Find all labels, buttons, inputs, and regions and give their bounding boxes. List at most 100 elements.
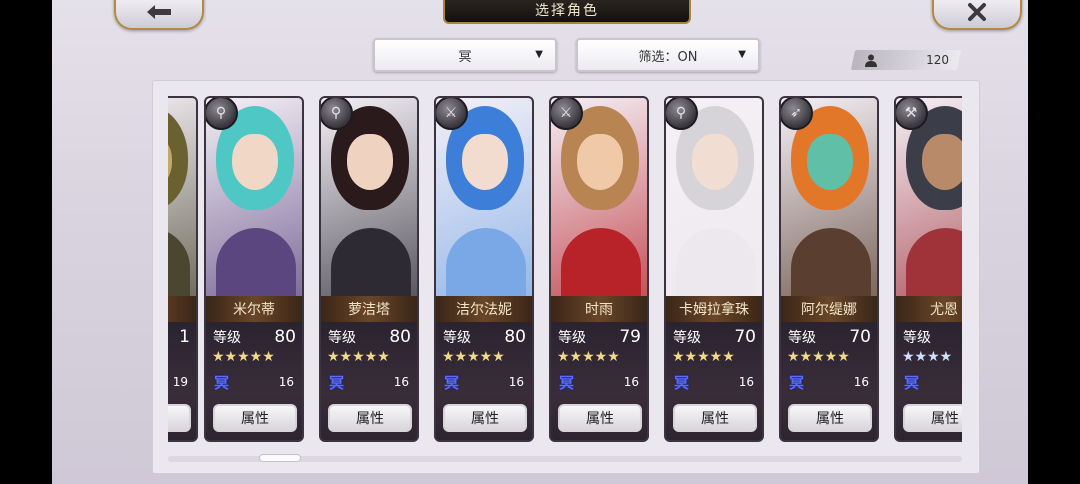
character-name: 卡姆拉拿珠 bbox=[666, 296, 762, 322]
back-button[interactable] bbox=[114, 0, 204, 30]
character-face bbox=[922, 134, 962, 190]
close-button[interactable] bbox=[932, 0, 1022, 30]
character-card[interactable]: ⚒ 尤恩 等级 ★★★★ 冥 属性 bbox=[894, 96, 962, 442]
staff-class-icon: ⚲ bbox=[321, 98, 353, 130]
dark-element-icon: 冥 bbox=[444, 373, 460, 392]
dark-element-icon: 冥 bbox=[904, 373, 920, 392]
filter-dropdown[interactable]: 筛选：ON ▼ bbox=[576, 38, 760, 72]
attribute-button[interactable]: 属性 bbox=[213, 404, 297, 432]
character-count: 19 bbox=[172, 375, 188, 389]
dark-element-icon: 冥 bbox=[674, 373, 690, 392]
character-outfit bbox=[446, 228, 526, 296]
character-card[interactable]: ➶ 阿尔缇娜 等级 70 ★★★★★ 冥 16 属性 bbox=[779, 96, 879, 442]
level-row: 等级 bbox=[903, 326, 962, 348]
character-outfit bbox=[676, 228, 756, 296]
character-card[interactable]: ⚲ 萝洁塔 等级 80 ★★★★★ 冥 16 属性 bbox=[319, 96, 419, 442]
attribute-button[interactable]: 属性 bbox=[903, 404, 962, 432]
dark-element-icon: 冥 bbox=[329, 373, 345, 392]
sword-class-icon: ⚔ bbox=[436, 98, 468, 130]
dark-element-icon: 冥 bbox=[789, 373, 805, 392]
attribute-button[interactable]: 属性 bbox=[168, 404, 191, 432]
character-name: 米尔蒂 bbox=[206, 296, 302, 322]
character-count: 16 bbox=[738, 375, 754, 389]
level-row: 等级 80 bbox=[443, 326, 526, 348]
character-outfit bbox=[331, 228, 411, 296]
level-value: 79 bbox=[619, 327, 641, 347]
level-label: 等级 bbox=[788, 330, 816, 346]
element-dropdown[interactable]: 冥 ▼ bbox=[373, 38, 557, 72]
level-row: 等级 1 bbox=[168, 326, 190, 348]
character-list[interactable]: 等级 1 ★ 冥 19 属性 ⚲ 米尔蒂 等级 80 ★★★ bbox=[168, 96, 962, 444]
scrollbar-thumb[interactable] bbox=[259, 454, 301, 462]
attribute-button-label: 属性 bbox=[471, 411, 499, 427]
person-icon bbox=[865, 54, 877, 67]
character-name-text: 尤恩 bbox=[930, 302, 958, 318]
character-name-text: 卡姆拉拿珠 bbox=[679, 302, 749, 318]
character-name-text: 萝洁塔 bbox=[348, 302, 390, 318]
page-title-text: 选择角色 bbox=[535, 3, 599, 19]
character-count: 16 bbox=[508, 375, 524, 389]
element-row: 冥 16 bbox=[444, 372, 524, 392]
attribute-button[interactable]: 属性 bbox=[788, 404, 872, 432]
level-row: 等级 79 bbox=[558, 326, 641, 348]
back-arrow-icon bbox=[147, 5, 171, 19]
character-count: 16 bbox=[393, 375, 409, 389]
character-info: 等级 80 ★★★★★ 冥 16 属性 bbox=[321, 322, 417, 440]
attribute-button[interactable]: 属性 bbox=[328, 404, 412, 432]
level-row: 等级 70 bbox=[673, 326, 756, 348]
rarity-stars: ★★★★★ bbox=[212, 349, 275, 365]
character-name-text: 阿尔缇娜 bbox=[801, 302, 857, 318]
dark-element-icon: 冥 bbox=[559, 373, 575, 392]
element-row: 冥 16 bbox=[214, 372, 294, 392]
level-value: 70 bbox=[734, 327, 756, 347]
attribute-button-label: 属性 bbox=[701, 411, 729, 427]
character-face bbox=[692, 134, 738, 190]
character-face bbox=[347, 134, 393, 190]
page-title: 选择角色 bbox=[443, 0, 691, 24]
character-name: 萝洁塔 bbox=[321, 296, 417, 322]
rarity-stars: ★★★★★ bbox=[672, 349, 735, 365]
chevron-down-icon: ▼ bbox=[535, 49, 543, 60]
element-row: 冥 16 bbox=[789, 372, 869, 392]
character-info: 等级 1 ★ 冥 19 属性 bbox=[168, 322, 196, 440]
character-card[interactable]: ⚔ 洁尔法妮 等级 80 ★★★★★ 冥 16 属性 bbox=[434, 96, 534, 442]
character-name bbox=[168, 296, 196, 322]
character-face bbox=[462, 134, 508, 190]
rarity-stars: ★★★★ bbox=[902, 349, 953, 365]
rarity-stars: ★★★★★ bbox=[557, 349, 620, 365]
element-row: 冥 bbox=[904, 372, 962, 392]
level-row: 等级 80 bbox=[328, 326, 411, 348]
character-face bbox=[807, 134, 853, 190]
character-card[interactable]: ⚔ 时雨 等级 79 ★★★★★ 冥 16 属性 bbox=[549, 96, 649, 442]
level-value: 80 bbox=[389, 327, 411, 347]
character-info: 等级 ★★★★ 冥 属性 bbox=[896, 322, 962, 440]
attribute-button-label: 属性 bbox=[931, 411, 959, 427]
attribute-button[interactable]: 属性 bbox=[558, 404, 642, 432]
roster-count: 120 bbox=[850, 50, 962, 70]
level-value: 1 bbox=[179, 327, 190, 347]
attribute-button[interactable]: 属性 bbox=[443, 404, 527, 432]
game-screen: 选择角色 冥 ▼ 筛选：ON ▼ 120 1 19 ⚲ 米尔蒂 等级 80 ★★… bbox=[52, 0, 1028, 484]
element-row: 冥 19 bbox=[168, 372, 188, 392]
level-label: 等级 bbox=[673, 330, 701, 346]
attribute-button-label: 属性 bbox=[356, 411, 384, 427]
filter-dropdown-value: 筛选：ON bbox=[638, 49, 698, 65]
element-row: 冥 16 bbox=[559, 372, 639, 392]
dark-element-icon: 冥 bbox=[214, 373, 230, 392]
character-card[interactable]: 等级 1 ★ 冥 19 属性 bbox=[168, 96, 198, 442]
attribute-button[interactable]: 属性 bbox=[673, 404, 757, 432]
level-label: 等级 bbox=[558, 330, 586, 346]
character-outfit bbox=[561, 228, 641, 296]
level-label: 等级 bbox=[328, 330, 356, 346]
staff-class-icon: ⚲ bbox=[206, 98, 238, 130]
character-count: 16 bbox=[853, 375, 869, 389]
attribute-button-label: 属性 bbox=[816, 411, 844, 427]
character-card[interactable]: ⚲ 米尔蒂 等级 80 ★★★★★ 冥 16 属性 bbox=[204, 96, 304, 442]
character-card[interactable]: ⚲ 卡姆拉拿珠 等级 70 ★★★★★ 冥 16 属性 bbox=[664, 96, 764, 442]
level-label: 等级 bbox=[443, 330, 471, 346]
horizontal-scrollbar[interactable] bbox=[168, 454, 962, 462]
character-info: 等级 80 ★★★★★ 冥 16 属性 bbox=[436, 322, 532, 440]
attribute-button-label: 属性 bbox=[586, 411, 614, 427]
character-outfit bbox=[216, 228, 296, 296]
character-outfit bbox=[168, 228, 190, 296]
